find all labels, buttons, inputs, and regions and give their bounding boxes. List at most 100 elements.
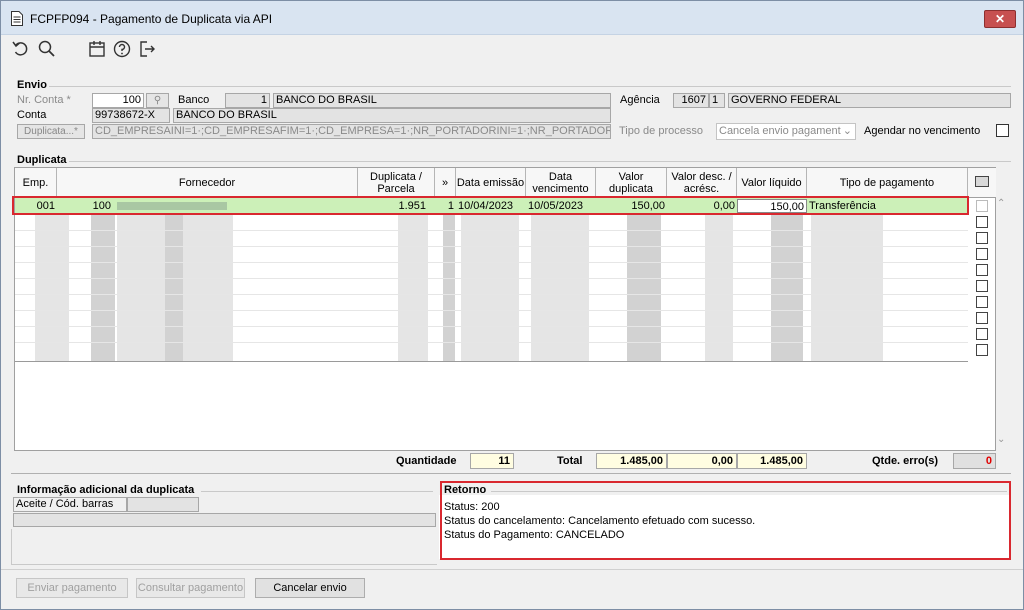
- consultar-pagamento-button[interactable]: Consultar pagamento: [136, 578, 245, 598]
- row-checkbox[interactable]: [976, 216, 988, 228]
- banco-label: Banco: [178, 94, 210, 106]
- duplicata-button[interactable]: Duplicata...*: [17, 124, 85, 139]
- grid-bottom-line: [15, 361, 968, 362]
- row-checkbox[interactable]: [976, 264, 988, 276]
- col-expand[interactable]: »: [435, 168, 456, 198]
- col-valor-liquido[interactable]: Valor líquido: [737, 168, 807, 198]
- redacted-block: [35, 215, 69, 361]
- close-button[interactable]: ✕: [984, 10, 1016, 28]
- redacted-block: [705, 215, 733, 361]
- redacted-block: [531, 215, 589, 361]
- nr-conta-lookup-button[interactable]: ⚲: [146, 93, 169, 108]
- agencia-label: Agência: [620, 94, 660, 106]
- app-window: FCPFP094 - Pagamento de Duplicata via AP…: [0, 0, 1024, 610]
- cancelar-envio-button[interactable]: Cancelar envio: [255, 578, 365, 598]
- nr-conta-input[interactable]: 100: [92, 93, 144, 108]
- col-tipo-pagamento[interactable]: Tipo de pagamento: [807, 168, 968, 198]
- col-duplicata-parcela[interactable]: Duplicata / Parcela: [358, 168, 435, 198]
- col-data-vencimento[interactable]: Data vencimento: [526, 168, 596, 198]
- tipo-processo-select[interactable]: Cancela envio pagament ⌄: [716, 123, 856, 140]
- erros-value: 0: [953, 453, 996, 469]
- redacted-block: [461, 215, 519, 361]
- col-valor-duplicata[interactable]: Valor duplicata: [596, 168, 667, 198]
- row-checkbox[interactable]: [976, 328, 988, 340]
- redacted-block: [771, 215, 803, 361]
- help-icon[interactable]: [112, 39, 132, 59]
- row-divider: [15, 262, 968, 263]
- undo-icon[interactable]: [11, 39, 31, 59]
- totals-divider: [11, 473, 1011, 474]
- grid-header: Emp. Fornecedor Duplicata / Parcela » Da…: [15, 168, 968, 198]
- redacted-block: [398, 215, 428, 361]
- info-divider: [201, 491, 433, 492]
- conta-field: 99738672-X: [92, 108, 170, 123]
- redacted-block: [91, 215, 115, 361]
- erros-label: Qtde. erro(s): [872, 455, 939, 467]
- window-title: FCPFP094 - Pagamento de Duplicata via AP…: [30, 12, 273, 26]
- row-checkbox[interactable]: [976, 296, 988, 308]
- aceite-label-cell: Aceite / Cód. barras: [13, 497, 127, 512]
- col-valor-desc[interactable]: Valor desc. / acrésc.: [667, 168, 737, 198]
- row-checkbox[interactable]: [976, 232, 988, 244]
- search-icon[interactable]: [37, 39, 57, 59]
- row-checkbox[interactable]: [976, 280, 988, 292]
- banco-code-field: 1: [225, 93, 270, 108]
- row-divider: [15, 326, 968, 327]
- quantidade-label: Quantidade: [396, 455, 457, 467]
- redacted-block: [443, 215, 455, 361]
- scroll-down-icon[interactable]: ⌄: [997, 434, 1005, 445]
- col-data-emissao[interactable]: Data emissão: [456, 168, 526, 198]
- select-all-header: [968, 168, 996, 198]
- selected-row-highlight: [12, 196, 969, 215]
- calendar-icon[interactable]: [87, 39, 107, 59]
- exit-icon[interactable]: [137, 39, 157, 59]
- duplicata-filter-field: CD_EMPRESAINI=1·;CD_EMPRESAFIM=1·;CD_EMP…: [92, 124, 611, 139]
- document-icon: [11, 11, 23, 26]
- aceite-label: Aceite / Cód. barras: [16, 498, 114, 510]
- col-fornecedor[interactable]: Fornecedor: [57, 168, 358, 198]
- tipo-processo-value: Cancela envio pagament: [719, 125, 841, 137]
- redacted-block: [165, 215, 183, 361]
- duplicata-divider: [69, 161, 1011, 162]
- row-divider: [15, 342, 968, 343]
- row-checkbox[interactable]: [976, 248, 988, 260]
- redacted-block: [811, 215, 883, 361]
- row-divider: [15, 278, 968, 279]
- nr-conta-label: Nr. Conta *: [17, 94, 71, 106]
- agendar-checkbox[interactable]: [996, 124, 1009, 137]
- agencia-code-field: 1607: [673, 93, 709, 108]
- row-checkbox[interactable]: [976, 200, 988, 212]
- retorno-highlight: [440, 481, 1011, 560]
- aceite-field: [127, 497, 199, 512]
- agencia-name-field: GOVERNO FEDERAL: [728, 93, 1011, 108]
- agencia-dv-field: 1: [709, 93, 725, 108]
- total-duplicata: 1.485,00: [596, 453, 667, 469]
- row-checkbox[interactable]: [976, 344, 988, 356]
- select-all-checkbox[interactable]: [975, 176, 989, 187]
- row-divider: [15, 294, 968, 295]
- agendar-label: Agendar no vencimento: [864, 125, 981, 137]
- duplicata-group-label: Duplicata: [17, 154, 67, 166]
- total-label: Total: [557, 455, 583, 467]
- envio-group-label: Envio: [17, 79, 47, 91]
- row-divider: [15, 230, 968, 231]
- row-divider: [15, 310, 968, 311]
- chevron-down-icon: ⌄: [842, 125, 852, 137]
- row-checkbox[interactable]: [976, 312, 988, 324]
- cod-barras-field: [13, 513, 436, 527]
- info-group-label: Informação adicional da duplicata: [17, 484, 195, 496]
- toolbar: [1, 37, 1023, 63]
- quantidade-value: 11: [470, 453, 514, 469]
- conta-banco-field: BANCO DO BRASIL: [173, 108, 611, 123]
- total-liquido: 1.485,00: [737, 453, 807, 469]
- row-divider: [15, 246, 968, 247]
- scroll-up-icon[interactable]: ⌃: [997, 198, 1005, 209]
- col-emp[interactable]: Emp.: [15, 168, 57, 198]
- enviar-pagamento-button[interactable]: Enviar pagamento: [16, 578, 128, 598]
- envio-divider: [49, 86, 1011, 87]
- lookup-icon: ⚲: [153, 95, 162, 106]
- banco-name-field: BANCO DO BRASIL: [273, 93, 611, 108]
- tipo-processo-label: Tipo de processo: [619, 125, 703, 137]
- footer-divider: [1, 569, 1023, 570]
- info-group-frame: [11, 529, 437, 565]
